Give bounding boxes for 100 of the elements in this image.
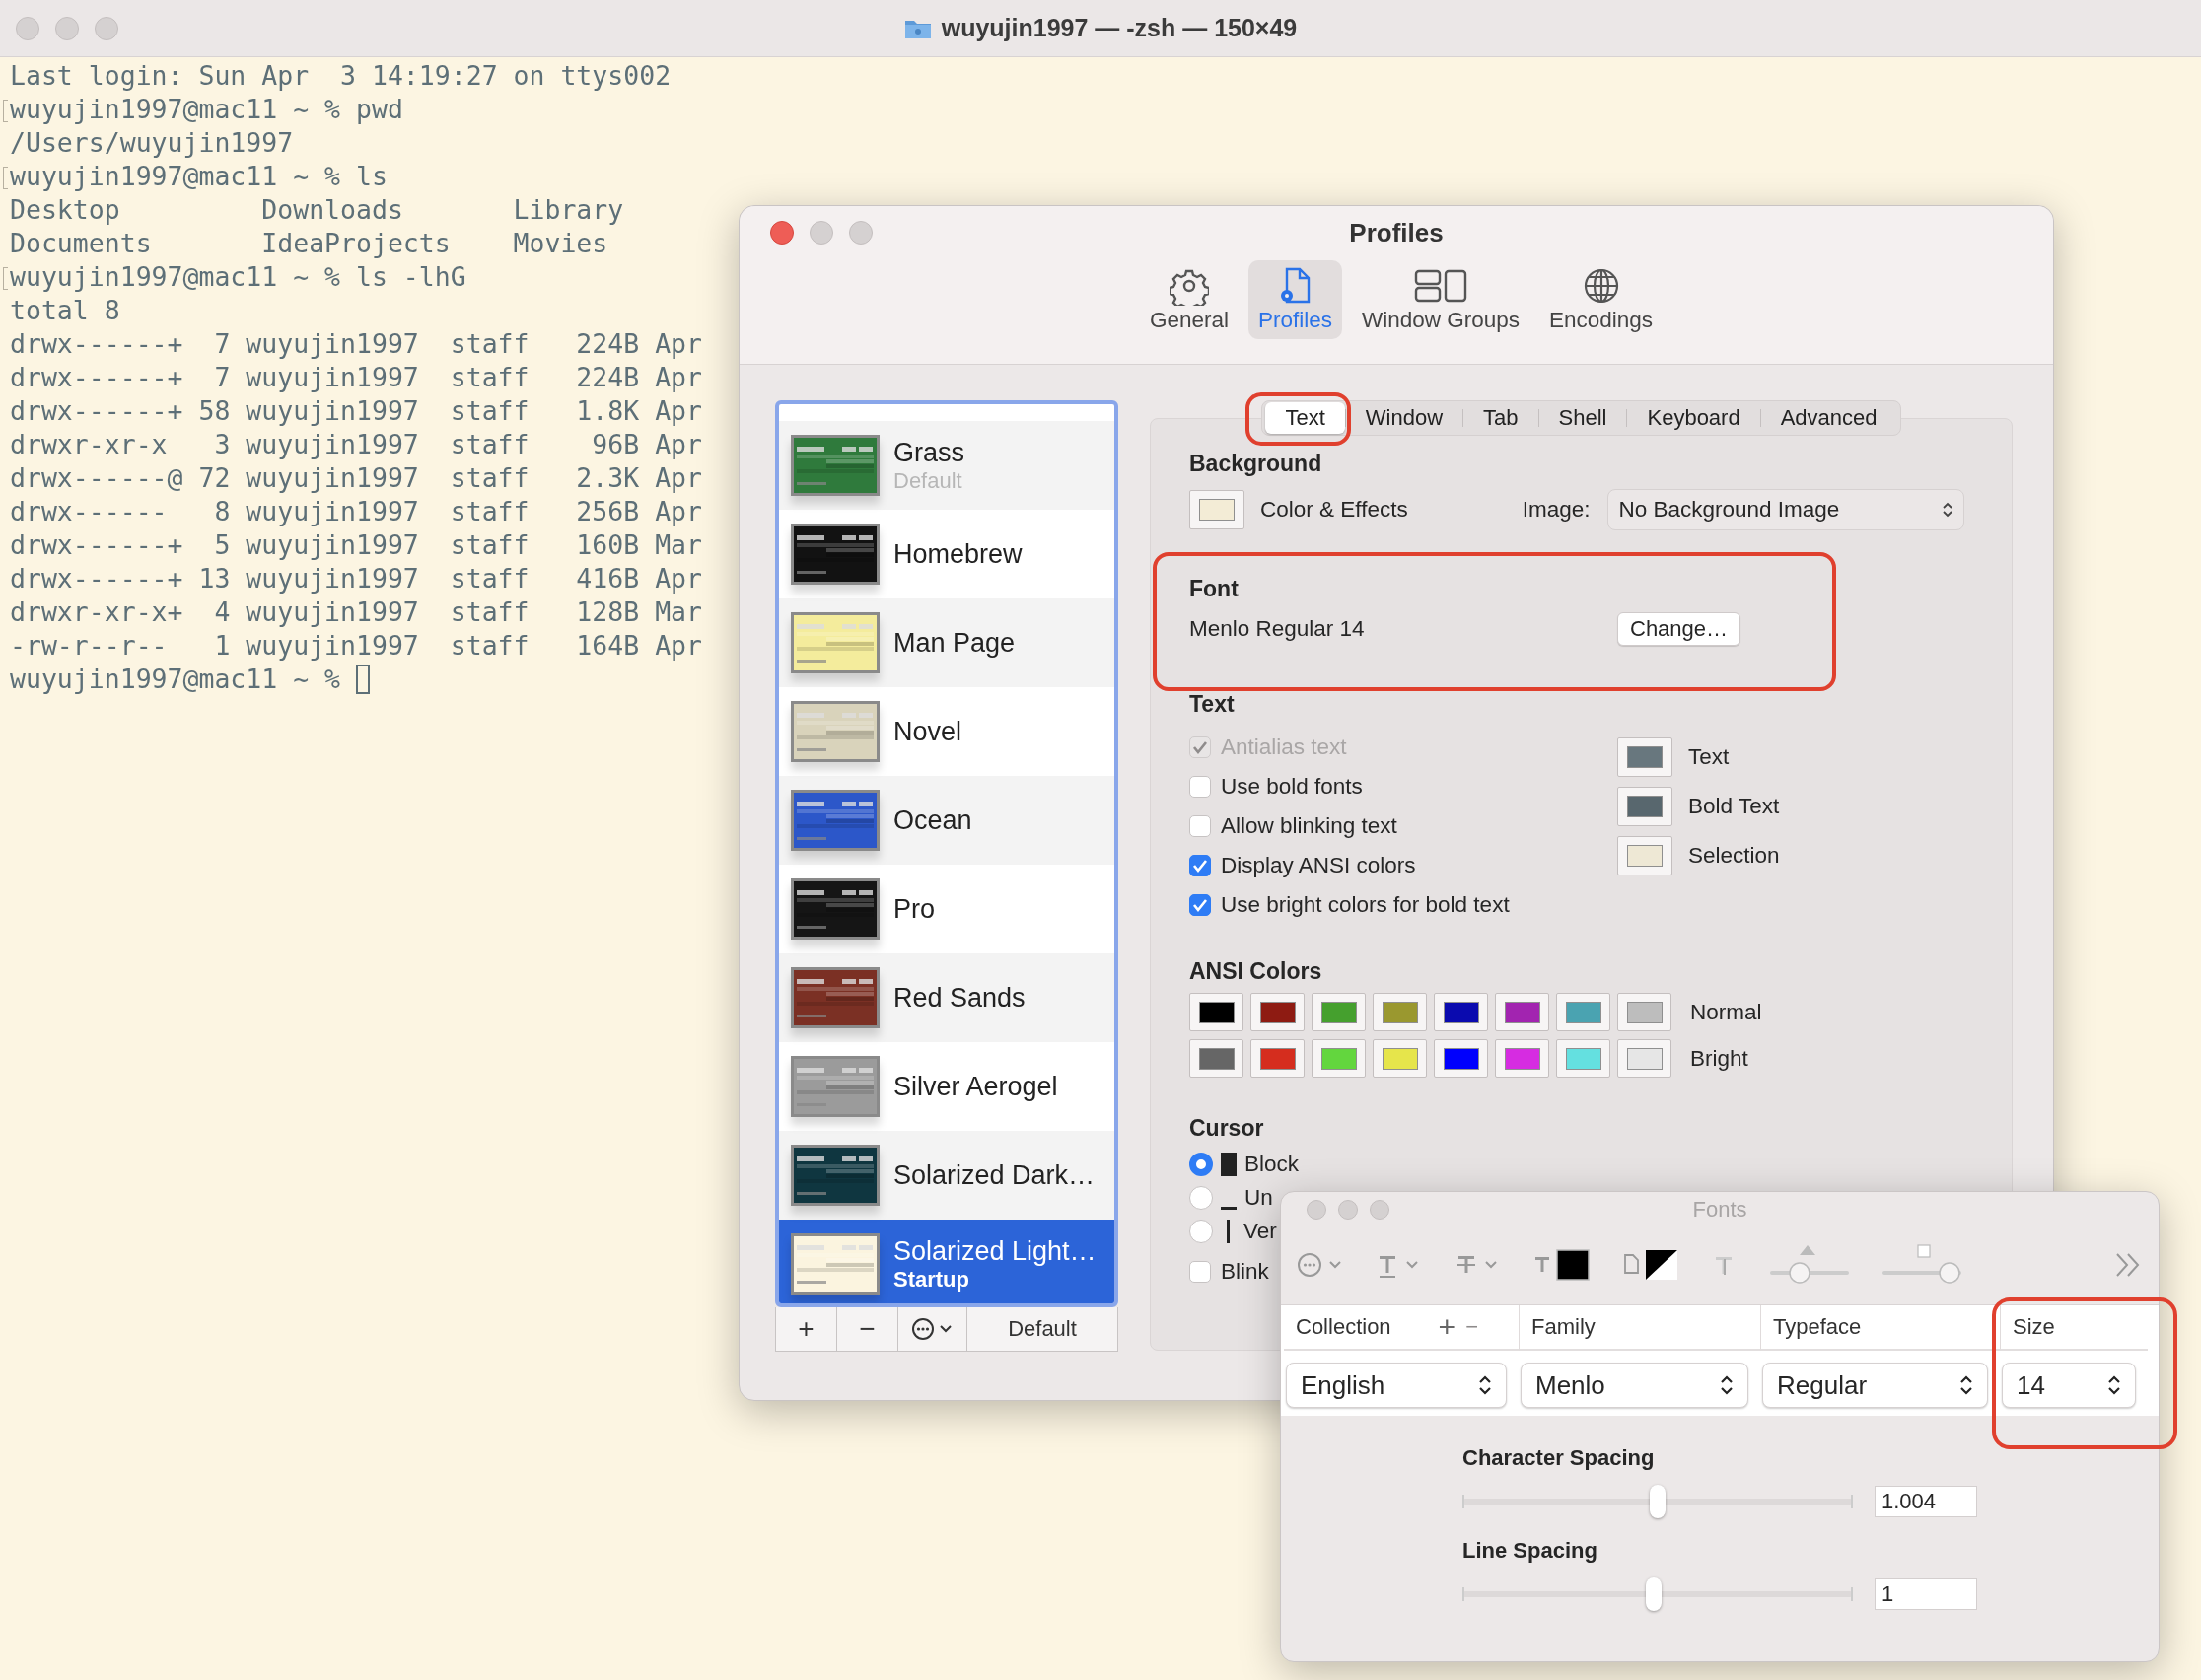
column-header: Size <box>2013 1314 2055 1340</box>
shadow-blur-slider-icon[interactable] <box>1881 1243 1963 1287</box>
shadow-opacity-slider-icon[interactable] <box>1768 1243 1851 1287</box>
remove-button[interactable]: − <box>837 1307 898 1351</box>
terminal-line: wuyujin1997@mac11 ~ % ls -lhG <box>10 260 466 294</box>
checkbox[interactable] <box>1189 776 1211 798</box>
tab[interactable]: Text <box>1265 402 1345 434</box>
more-icon <box>910 1317 955 1341</box>
color-well[interactable] <box>1434 993 1488 1031</box>
color-well[interactable] <box>1617 1039 1671 1078</box>
section-heading: Line Spacing <box>1462 1538 1598 1564</box>
profile-list-item[interactable]: Ocean <box>779 776 1114 865</box>
terminal-line: wuyujin1997@mac11 ~ % <box>10 663 342 696</box>
add-button[interactable]: + <box>1438 1310 1456 1344</box>
slider[interactable] <box>1462 1576 1853 1612</box>
profile-list-item[interactable]: Grass Default <box>779 421 1114 510</box>
font-dropdown[interactable]: Regular <box>1762 1363 1988 1408</box>
add-button[interactable]: + <box>776 1307 837 1351</box>
font-dropdown[interactable]: English <box>1286 1363 1507 1408</box>
color-well[interactable] <box>1617 787 1672 826</box>
checkbox-label: Antialias text <box>1221 735 1347 760</box>
slider-thumb[interactable] <box>1650 1485 1666 1518</box>
profile-tag: Default <box>893 467 964 494</box>
terminal-line: drwx------+ 13 wuyujin1997 staff 416B Apr <box>10 562 702 595</box>
section-heading: Background <box>1189 451 1323 477</box>
color-well[interactable] <box>1434 1039 1488 1078</box>
color-well[interactable] <box>1189 490 1244 529</box>
terminal-line: drwx------+ 7 wuyujin1997 staff 224B Apr <box>10 361 702 394</box>
block-cursor-icon <box>1221 1153 1237 1176</box>
color-well[interactable] <box>1312 1039 1366 1078</box>
updown-icon <box>1720 1373 1734 1397</box>
tab[interactable]: Tab <box>1463 402 1538 434</box>
checkbox[interactable] <box>1189 894 1211 916</box>
color-well[interactable] <box>1617 993 1671 1031</box>
radio-label: Block <box>1244 1152 1300 1177</box>
profile-list-item[interactable]: Solarized Light… Startup <box>779 1220 1114 1303</box>
updown-icon <box>1959 1373 1973 1397</box>
profile-list-item[interactable]: Man Page <box>779 598 1114 687</box>
column-header: Family <box>1531 1314 1596 1340</box>
image-dropdown[interactable]: No Background Image <box>1607 489 1965 530</box>
color-well[interactable] <box>1189 993 1243 1031</box>
radio-button[interactable] <box>1189 1153 1213 1176</box>
tab[interactable]: Window <box>1345 402 1463 434</box>
updown-icon <box>1942 500 1954 520</box>
color-well-label: Text <box>1688 744 1730 770</box>
color-well[interactable] <box>1495 993 1549 1031</box>
minimize-button[interactable] <box>810 221 833 245</box>
color-well[interactable] <box>1250 993 1305 1031</box>
toolbar-tab[interactable]: General <box>1139 260 1239 339</box>
tab[interactable]: Advanced <box>1760 402 1897 434</box>
radio-button[interactable] <box>1189 1186 1213 1210</box>
zoom-button[interactable] <box>849 221 873 245</box>
change-button[interactable]: Change… <box>1617 612 1741 646</box>
terminal-line: drwx------+ 7 wuyujin1997 staff 224B Apr <box>10 327 702 361</box>
terminal-line: drwx------ 8 wuyujin1997 staff 256B Apr <box>10 495 702 528</box>
terminal-line: Last login: Sun Apr 3 14:19:27 on ttys002 <box>10 59 672 93</box>
font-dropdown[interactable]: Menlo <box>1521 1363 1748 1408</box>
color-swatch <box>1199 499 1235 521</box>
checkbox[interactable] <box>1189 855 1211 876</box>
terminal-line: drwx------+ 5 wuyujin1997 staff 160B Mar <box>10 528 702 562</box>
toolbar-tab[interactable]: Window Groups <box>1351 260 1530 339</box>
profile-list-item[interactable]: Red Sands <box>779 953 1114 1042</box>
terminal-line: drwxr-xr-x 3 wuyujin1997 staff 96B Apr <box>10 428 702 461</box>
color-well[interactable] <box>1617 836 1672 875</box>
checkbox-label: Display ANSI colors <box>1221 853 1416 878</box>
column-header: Collection <box>1296 1314 1391 1340</box>
color-well[interactable] <box>1556 993 1610 1031</box>
input-field[interactable]: 1.004 <box>1875 1486 1977 1517</box>
color-well[interactable] <box>1373 1039 1427 1078</box>
bar-cursor-icon <box>1227 1220 1230 1243</box>
terminal-line: Desktop Downloads Library <box>10 193 624 227</box>
terminal-line: drwxr-xr-x+ 4 wuyujin1997 staff 128B Mar <box>10 595 702 629</box>
color-well[interactable] <box>1495 1039 1549 1078</box>
slider[interactable] <box>1462 1484 1853 1519</box>
tab[interactable]: Shell <box>1538 402 1627 434</box>
terminal-line: -rw-r--r-- 1 wuyujin1997 staff 164B Apr <box>10 629 702 663</box>
color-well[interactable] <box>1617 737 1672 777</box>
color-well[interactable] <box>1556 1039 1610 1078</box>
radio-button[interactable] <box>1189 1220 1213 1243</box>
slider-thumb[interactable] <box>1646 1577 1663 1611</box>
input-field[interactable]: 1 <box>1875 1578 1977 1610</box>
font-dropdown[interactable]: 14 <box>2002 1363 2136 1408</box>
terminal-line: wuyujin1997@mac11 ~ % pwd <box>10 93 403 126</box>
color-well[interactable] <box>1189 1039 1243 1078</box>
color-well[interactable] <box>1312 993 1366 1031</box>
checkbox[interactable] <box>1189 1261 1211 1283</box>
color-well[interactable] <box>1373 993 1427 1031</box>
default-button[interactable]: Default <box>967 1307 1117 1351</box>
field-label: Image: <box>1522 497 1591 523</box>
close-button[interactable] <box>770 221 794 245</box>
section-heading: Cursor <box>1189 1115 1265 1142</box>
section-heading: Character Spacing <box>1462 1445 1656 1471</box>
window-title: Profiles <box>1349 217 1444 248</box>
profile-list-item[interactable]: Solarized Dark… <box>779 1131 1114 1220</box>
text-color-icon[interactable] <box>1533 1248 1593 1282</box>
toolbar-tab[interactable]: Encodings <box>1539 260 1664 339</box>
window-title: wuyujin1997 — -zsh — 150×49 <box>941 14 1298 42</box>
checkbox[interactable] <box>1189 815 1211 837</box>
tab[interactable]: Keyboard <box>1627 402 1760 434</box>
color-well[interactable] <box>1250 1039 1305 1078</box>
